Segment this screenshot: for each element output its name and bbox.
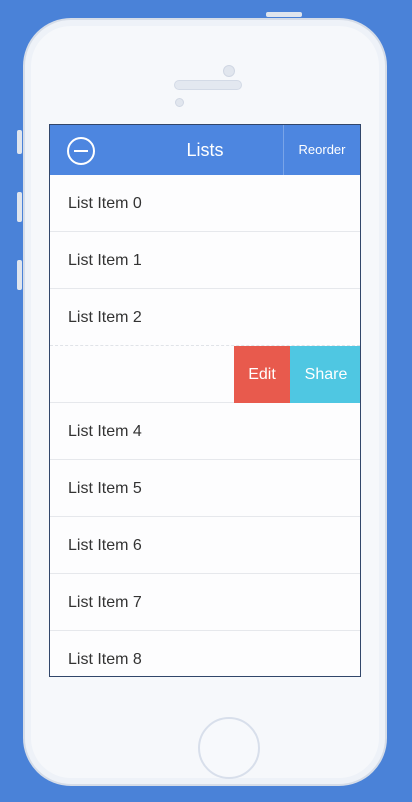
list-item[interactable]: List Item 5 — [50, 460, 360, 517]
power-button — [266, 12, 302, 17]
minus-bar — [74, 150, 88, 152]
list-item[interactable]: List Item 0 — [50, 175, 360, 232]
navigation-bar: Lists Reorder — [50, 125, 360, 175]
list-item[interactable]: List Item 6 — [50, 517, 360, 574]
list-item-label: List Item 7 — [68, 594, 142, 611]
reorder-button[interactable]: Reorder — [283, 125, 360, 175]
list-view: List Item 0 List Item 1 List Item 2 Edit… — [50, 175, 360, 676]
share-button[interactable]: Share — [290, 346, 360, 403]
list-item[interactable]: List Item 2 — [50, 289, 360, 346]
volume-down-button — [17, 260, 22, 290]
mute-switch — [17, 130, 22, 154]
home-button[interactable] — [198, 717, 260, 779]
list-item[interactable]: List Item 8 — [50, 631, 360, 676]
app-screen: Lists Reorder List Item 0 List Item 1 Li… — [49, 124, 361, 677]
list-item[interactable]: List Item 4 — [50, 403, 360, 460]
speaker-grille — [174, 80, 242, 90]
list-item-label: List Item 2 — [68, 309, 142, 326]
front-camera-icon — [223, 65, 235, 77]
sensor-icon — [175, 98, 184, 107]
list-item-label: List Item 1 — [68, 252, 142, 269]
volume-up-button — [17, 192, 22, 222]
list-item-label: List Item 0 — [68, 195, 142, 212]
list-item[interactable]: List Item 1 — [50, 232, 360, 289]
edit-button[interactable]: Edit — [234, 346, 290, 403]
list-item-label: List Item 4 — [68, 423, 142, 440]
list-item-label: List Item 8 — [68, 651, 142, 668]
list-item-label: List Item 6 — [68, 537, 142, 554]
list-item-label: List Item 5 — [68, 480, 142, 497]
minus-circle-icon[interactable] — [67, 137, 95, 165]
list-item[interactable]: List Item 7 — [50, 574, 360, 631]
list-item-swiped[interactable]: Edit Share — [50, 346, 360, 403]
